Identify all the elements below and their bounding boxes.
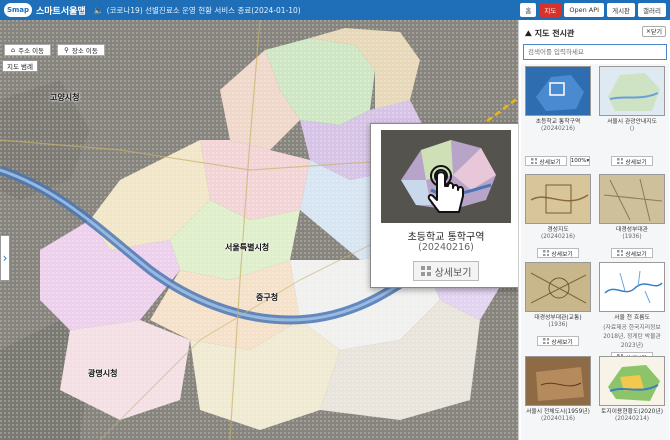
app-title[interactable]: 스마트서울맵 — [36, 4, 86, 17]
grid-icon — [531, 158, 538, 164]
detail-button[interactable]: 상세보기 — [537, 336, 579, 346]
address-move-button[interactable]: ⌂ 주소 이동 — [4, 44, 52, 56]
mountain-icon: ⛰ — [525, 28, 532, 38]
map-label-seoul-city-hall: 서울특별시청 — [225, 243, 270, 252]
notice-bar[interactable]: 🔈 (코로나19) 선별진료소 운영 현황 서비스 종료(2024-01-10) — [94, 5, 301, 16]
panel-close-button[interactable]: × 닫기 — [641, 26, 666, 37]
thumbnail — [525, 66, 591, 116]
gallery-button[interactable]: 갤러리 — [638, 3, 666, 17]
top-header: Smap 스마트서울맵 🔈 (코로나19) 선별진료소 운영 현황 서비스 종료… — [0, 0, 670, 20]
place-move-button[interactable]: ⚲ 장소 이동 — [57, 44, 105, 56]
thumbnail — [525, 356, 591, 406]
map-label-jung: 중구청 — [256, 293, 279, 302]
gallery-search — [523, 44, 667, 60]
pin-icon: ⚲ — [64, 46, 69, 54]
thumbnail — [599, 356, 665, 406]
popup-date: (20240216) — [418, 242, 474, 253]
map-label-gwangmyeong: 광명시청 — [88, 369, 118, 378]
smap-logo[interactable]: Smap — [4, 3, 32, 17]
gallery-item[interactable]: 서울 천 흐름도 (자료제공 한국지리정보2018년, 정게탄 박물관 2023… — [597, 260, 667, 365]
thumbnail — [599, 262, 665, 312]
grid-icon — [617, 158, 624, 164]
map-preview-popup[interactable]: 초등학교 통학구역 (20240216) 상세보기 — [370, 123, 520, 288]
gallery-item[interactable]: 대경성부대관(교통) (1936) 상세보기 — [523, 260, 593, 365]
thumbnail — [525, 174, 591, 224]
gallery-item[interactable]: 토지이용현황도(2020년) (20240214) — [597, 354, 667, 440]
chevron-right-icon[interactable]: › — [0, 235, 10, 281]
open-api-button[interactable]: Open API — [564, 3, 605, 17]
search-input[interactable] — [524, 45, 666, 59]
map-gallery-panel: ⛰ 지도 전시관 × 닫기 초등학교 통학구역 (20240216) 상세보기 … — [518, 20, 670, 440]
thumbnail — [599, 174, 665, 224]
detail-button[interactable]: 상세보기 — [611, 156, 653, 166]
thumbnail — [525, 262, 591, 312]
detail-button[interactable]: 상세보기 — [611, 248, 653, 258]
map-legend-button[interactable]: 지도 범례 — [2, 60, 38, 72]
board-button[interactable]: 게시판 — [607, 3, 636, 17]
speaker-icon: 🔈 — [93, 5, 104, 15]
grid-icon — [543, 338, 550, 344]
grid-icon — [420, 266, 431, 276]
map-button[interactable]: 지도 — [539, 3, 562, 17]
home-button[interactable]: 홈 — [520, 3, 537, 17]
gallery-item[interactable]: 초등학교 통학구역 (20240216) 상세보기 100% ▾ — [523, 64, 593, 169]
gallery-item[interactable]: 서울시 전체도시(1959년) (20240116) — [523, 354, 593, 440]
notice-text: (코로나19) 선별진료소 운영 현황 서비스 종료(2024-01-10) — [106, 5, 301, 15]
grid-icon — [617, 250, 624, 256]
grid-icon — [543, 250, 550, 256]
gallery-list[interactable]: 초등학교 통학구역 (20240216) 상세보기 100% ▾ 서울시 관광안내… — [521, 64, 669, 440]
popup-detail-button[interactable]: 상세보기 — [413, 261, 479, 281]
thumbnail — [599, 66, 665, 116]
header-buttons: 홈 지도 Open API 게시판 갤러리 — [520, 3, 666, 17]
gallery-item[interactable]: 서울시 관광안내지도 () 상세보기 — [597, 64, 667, 169]
panel-header: ⛰ 지도 전시관 — [525, 28, 575, 39]
map-toolbar: ⌂ 주소 이동 ⚲ 장소 이동 — [4, 44, 105, 56]
detail-button[interactable]: 상세보기 — [537, 248, 579, 258]
zoom-select[interactable]: 100% ▾ — [570, 156, 590, 166]
home-icon: ⌂ — [11, 46, 16, 54]
map-label-goyang: 고양시청 — [50, 93, 80, 102]
popup-thumbnail — [381, 130, 511, 223]
touch-hand-icon — [427, 165, 464, 213]
popup-title: 초등학교 통학구역 — [407, 232, 485, 243]
detail-button[interactable]: 상세보기 — [525, 156, 567, 166]
